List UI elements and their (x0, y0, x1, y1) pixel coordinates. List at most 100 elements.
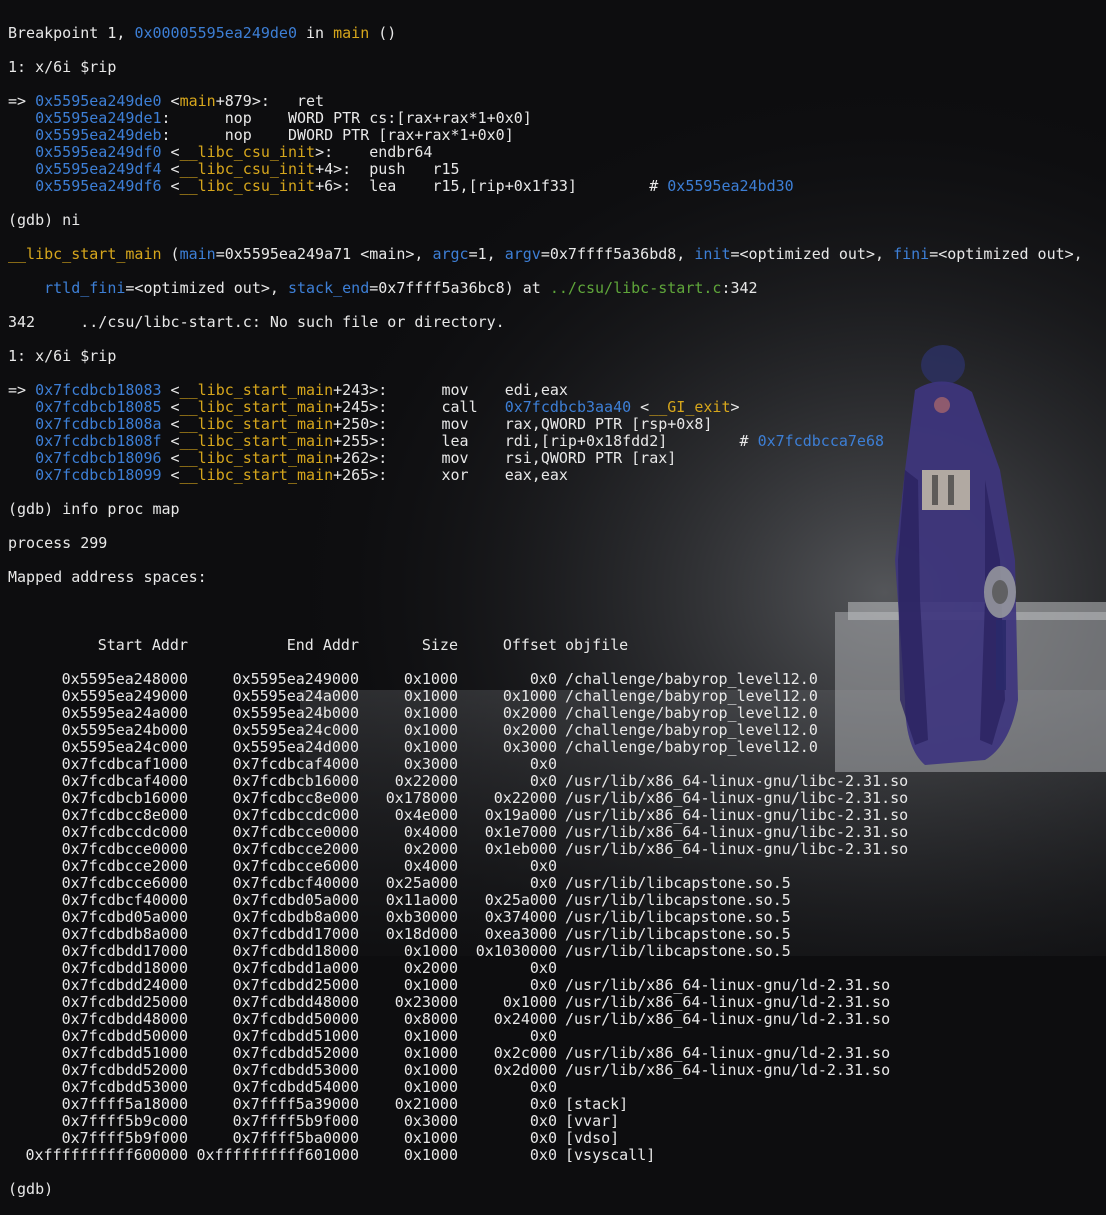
map-size: 0x18d000 (385, 925, 458, 943)
disasm-marker (8, 415, 35, 433)
map-end-addr: 0x5595ea249000 (232, 670, 359, 688)
map-table-row: 0x5595ea24b000 0x5595ea24c000 0x1000 0x2000… (8, 722, 1083, 739)
map-end-addr: 0x7fcdbcce0000 (232, 823, 359, 841)
map-end-addr: 0x7fcdbdd18000 (232, 942, 359, 960)
disasm-symbol: __libc_start_main (179, 398, 334, 416)
map-size: 0x1000 (403, 976, 458, 994)
map-size: 0x3000 (403, 755, 458, 773)
map-start-addr: 0x7ffff5b9f000 (61, 1129, 188, 1147)
disasm-instruction: >: mov rax,QWORD PTR [rsp+0x8] (369, 415, 713, 433)
map-size: 0x1000 (403, 1044, 458, 1062)
map-end-addr: 0x7ffff5b9f000 (232, 1112, 359, 1130)
map-table-row: 0x5595ea248000 0x5595ea249000 0x1000 0x0/ch… (8, 671, 1083, 688)
map-offset: 0x0 (529, 959, 557, 977)
map-offset: 0x22000 (493, 789, 557, 807)
map-end-addr: 0x7fcdbcaf4000 (232, 755, 359, 773)
disasm-instruction: >: call (369, 398, 505, 416)
map-end-addr: 0x7fcdbcce2000 (232, 840, 359, 858)
map-table-row: 0x7fcdbcaf4000 0x7fcdbcb16000 0x22000 0x0/u… (8, 773, 1083, 790)
disasm-offset: +245 (333, 398, 370, 416)
map-objfile: /challenge/babyrop_level12.0 (565, 738, 818, 756)
disasm-offset: > (315, 143, 325, 161)
map-size: 0x1000 (403, 687, 458, 705)
disasm-call-open: < (631, 398, 650, 416)
disasm-marker: => (8, 92, 36, 110)
disasm-symbol: main (179, 92, 216, 110)
map-table-row: 0x7fcdbdd48000 0x7fcdbdd50000 0x8000 0x2400… (8, 1011, 1083, 1028)
disasm-address: 0x7fcdbcb18085 (35, 398, 162, 416)
breakpoint-suffix: () (369, 24, 397, 42)
map-size: 0x4000 (403, 857, 458, 875)
gdb-prompt[interactable]: (gdb) (8, 1181, 1083, 1198)
disasm-address: 0x5595ea249de0 (35, 92, 162, 110)
map-size: 0x25a000 (385, 874, 458, 892)
process-line: process 299 (8, 534, 108, 552)
disasm-instruction: >: lea rdi,[rip+0x18fdd2] # (369, 432, 758, 450)
map-offset: 0x1eb000 (484, 840, 557, 858)
disasm-instruction: : endbr64 (324, 143, 433, 161)
disasm-offset: +265 (333, 466, 370, 484)
disasm-offset: +243 (333, 381, 370, 399)
map-start-addr: 0x7fcdbcce0000 (61, 840, 188, 858)
map-table-row: 0x7fcdbcb16000 0x7fcdbcc8e000 0x178000 0x22… (8, 790, 1083, 807)
map-objfile: /usr/lib/x86_64-linux-gnu/libc-2.31.so (565, 823, 909, 841)
map-start-addr: 0x7fcdbccdc000 (61, 823, 188, 841)
map-end-addr: 0x7fcdbcc8e000 (232, 789, 359, 807)
disasm-sym-open: < (161, 466, 180, 484)
disasm-sym-open: < (161, 449, 180, 467)
disasm-call-close: > (730, 398, 740, 416)
disasm-comment-address: 0x5595ea24bd30 (667, 177, 794, 195)
map-table-row: 0x7fcdbcc8e000 0x7fcdbccdc000 0x4e000 0x19a… (8, 807, 1083, 824)
disasm-line: 0x5595ea249de1: nop WORD PTR cs:[rax+rax… (8, 110, 1083, 127)
disasm-offset: +6> (315, 177, 343, 195)
frame-arg-stack-end-value: =0x7ffff5a36bc8) at (369, 279, 550, 297)
disasm-line: 0x7fcdbcb1808a <__libc_start_main+250>: … (8, 416, 1083, 433)
disasm-symbol: __libc_csu_init (179, 143, 316, 161)
disasm-symbol: __libc_csu_init (179, 160, 316, 178)
disasm-line: 0x7fcdbcb18085 < __libc_start_main+245>: … (8, 399, 1083, 416)
disasm-address: 0x5595ea249df0 (35, 143, 162, 161)
frame-arg-main: main (179, 245, 216, 263)
frame-arg-main-value: =0x5595ea249a71 <main>, (215, 245, 433, 263)
col-end-addr: End Addr (286, 636, 359, 654)
disasm-marker (8, 160, 35, 178)
map-objfile: /usr/lib/x86_64-linux-gnu/libc-2.31.so (565, 772, 909, 790)
map-size: 0x1000 (403, 704, 458, 722)
disasm-marker (8, 466, 35, 484)
disasm-address: 0x5595ea249df4 (35, 160, 162, 178)
map-table-row: 0x7fcdbcce0000 0x7fcdbcce2000 0x2000 0x1eb0… (8, 841, 1083, 858)
map-start-addr: 0x7fcdbcc8e000 (61, 806, 188, 824)
disasm-symbol: __libc_start_main (179, 432, 334, 450)
disasm-comment-address: 0x7fcdbcca7e68 (757, 432, 885, 450)
map-size: 0x4000 (403, 823, 458, 841)
disasm-sym-open: < (161, 92, 180, 110)
map-size: 0x2000 (403, 959, 458, 977)
frame-function: __libc_start_main (8, 245, 162, 263)
map-offset: 0x1000 (502, 687, 557, 705)
map-size: 0xb30000 (385, 908, 458, 926)
frame-arg-fini: fini (893, 245, 930, 263)
disasm-line: => 0x5595ea249de0 <main+879>: ret (8, 93, 1083, 110)
disasm-sym-open: < (161, 415, 180, 433)
disasm-call-address: 0x7fcdbcb3aa40 (504, 398, 632, 416)
map-size: 0x2000 (403, 840, 458, 858)
disasm-call-symbol: __GI_exit (649, 398, 731, 416)
col-offset: Offset (502, 636, 557, 654)
map-end-addr: 0x5595ea24d000 (232, 738, 359, 756)
map-table-row: 0x7fcdbdd52000 0x7fcdbdd53000 0x1000 0x2d00… (8, 1062, 1083, 1079)
map-offset: 0x1e7000 (484, 823, 557, 841)
col-objfile: objfile (565, 636, 629, 654)
gdb-command-ni: (gdb) ni (8, 211, 81, 229)
map-start-addr: 0x5595ea24a000 (61, 704, 188, 722)
map-end-addr: 0x7fcdbdb8a000 (232, 908, 359, 926)
map-offset: 0x25a000 (484, 891, 557, 909)
map-end-addr: 0x7fcdbcf40000 (232, 874, 359, 892)
frame-arg-argc-value: =1, (468, 245, 505, 263)
disasm-address: 0x7fcdbcb18099 (35, 466, 162, 484)
frame-arg-stack-end: stack_end (287, 279, 370, 297)
map-objfile: [vvar] (565, 1112, 620, 1130)
map-start-addr: 0x5595ea249000 (61, 687, 188, 705)
disasm-instruction: >: xor eax,eax (369, 466, 568, 484)
map-start-addr: 0x7fcdbdd53000 (61, 1078, 188, 1096)
map-objfile: /usr/lib/x86_64-linux-gnu/ld-2.31.so (565, 976, 891, 994)
